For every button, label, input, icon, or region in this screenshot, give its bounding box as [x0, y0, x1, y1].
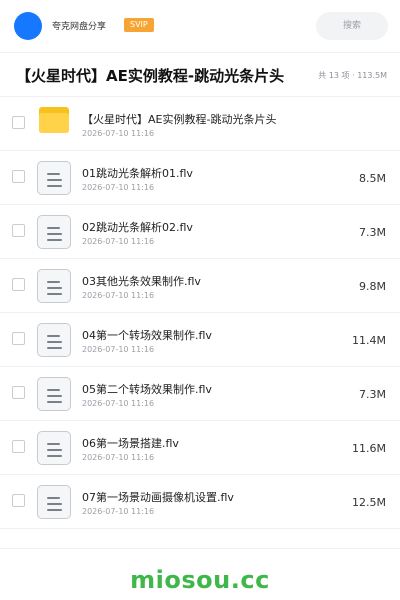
- item-date: 2026-07-10 11:16: [82, 453, 155, 462]
- list-item[interactable]: 05第二个转场效果制作.flv 2026-07-10 11:16 7.3M: [0, 367, 400, 421]
- search-input[interactable]: 搜索: [316, 12, 388, 40]
- item-name: 03其他光条效果制作.flv: [82, 275, 201, 288]
- file-list: 【火星时代】AE实例教程-跳动光条片头 2026-07-10 11:16 01跳…: [0, 97, 400, 529]
- video-file-icon: [37, 215, 71, 249]
- item-date: 2026-07-10 11:16: [82, 291, 155, 300]
- item-name: 06第一场景搭建.flv: [82, 437, 179, 450]
- video-file-icon: [37, 161, 71, 195]
- item-date: 2026-07-10 11:16: [82, 399, 155, 408]
- watermark: miosou.cc: [130, 566, 270, 594]
- item-name: 01跳动光条解析01.flv: [82, 167, 193, 180]
- video-file-icon: [37, 269, 71, 303]
- item-name: 【火星时代】AE实例教程-跳动光条片头: [82, 113, 277, 126]
- avatar[interactable]: [14, 12, 42, 40]
- checkbox[interactable]: [12, 224, 25, 237]
- checkbox[interactable]: [12, 440, 25, 453]
- item-size: 7.3M: [359, 226, 386, 239]
- item-date: 2026-07-10 11:16: [82, 183, 155, 192]
- item-size: 9.8M: [359, 280, 386, 293]
- list-item-folder[interactable]: 【火星时代】AE实例教程-跳动光条片头 2026-07-10 11:16: [0, 97, 400, 151]
- list-item[interactable]: 02跳动光条解析02.flv 2026-07-10 11:16 7.3M: [0, 205, 400, 259]
- video-file-icon: [37, 431, 71, 465]
- item-size: 11.6M: [352, 442, 386, 455]
- sharer-name: 夸克网盘分享: [52, 22, 107, 32]
- video-file-icon: [37, 485, 71, 519]
- page-title: 【火星时代】AE实例教程-跳动光条片头: [16, 67, 285, 85]
- item-name: 04第一个转场效果制作.flv: [82, 329, 212, 342]
- folder-header: 【火星时代】AE实例教程-跳动光条片头 共 13 项 · 113.5M: [0, 53, 400, 97]
- checkbox[interactable]: [12, 278, 25, 291]
- folder-icon: [37, 107, 71, 141]
- video-file-icon: [37, 377, 71, 411]
- video-file-icon: [37, 323, 71, 357]
- checkbox[interactable]: [12, 116, 25, 129]
- list-item[interactable]: 03其他光条效果制作.flv 2026-07-10 11:16 9.8M: [0, 259, 400, 313]
- list-item[interactable]: 04第一个转场效果制作.flv 2026-07-10 11:16 11.4M: [0, 313, 400, 367]
- checkbox[interactable]: [12, 386, 25, 399]
- item-name: 07第一场景动画摄像机设置.flv: [82, 491, 234, 504]
- checkbox[interactable]: [12, 494, 25, 507]
- list-item[interactable]: 07第一场景动画摄像机设置.flv 2026-07-10 11:16 12.5M: [0, 475, 400, 529]
- item-size: 12.5M: [352, 496, 386, 509]
- item-name: 05第二个转场效果制作.flv: [82, 383, 212, 396]
- item-size: 7.3M: [359, 388, 386, 401]
- folder-summary: 共 13 项 · 113.5M: [318, 71, 387, 80]
- item-date: 2026-07-10 11:16: [82, 345, 155, 354]
- list-item[interactable]: 06第一场景搭建.flv 2026-07-10 11:16 11.6M: [0, 421, 400, 475]
- checkbox[interactable]: [12, 332, 25, 345]
- list-item[interactable]: 01跳动光条解析01.flv 2026-07-10 11:16 8.5M: [0, 151, 400, 205]
- svip-badge: SVIP: [124, 18, 154, 32]
- item-date: 2026-07-10 11:16: [82, 507, 155, 516]
- checkbox[interactable]: [12, 170, 25, 183]
- item-name: 02跳动光条解析02.flv: [82, 221, 193, 234]
- top-bar: 夸克网盘分享 SVIP 搜索: [0, 0, 400, 52]
- item-date: 2026-07-10 11:16: [82, 129, 155, 138]
- item-size: 11.4M: [352, 334, 386, 347]
- item-date: 2026-07-10 11:16: [82, 237, 155, 246]
- item-size: 8.5M: [359, 172, 386, 185]
